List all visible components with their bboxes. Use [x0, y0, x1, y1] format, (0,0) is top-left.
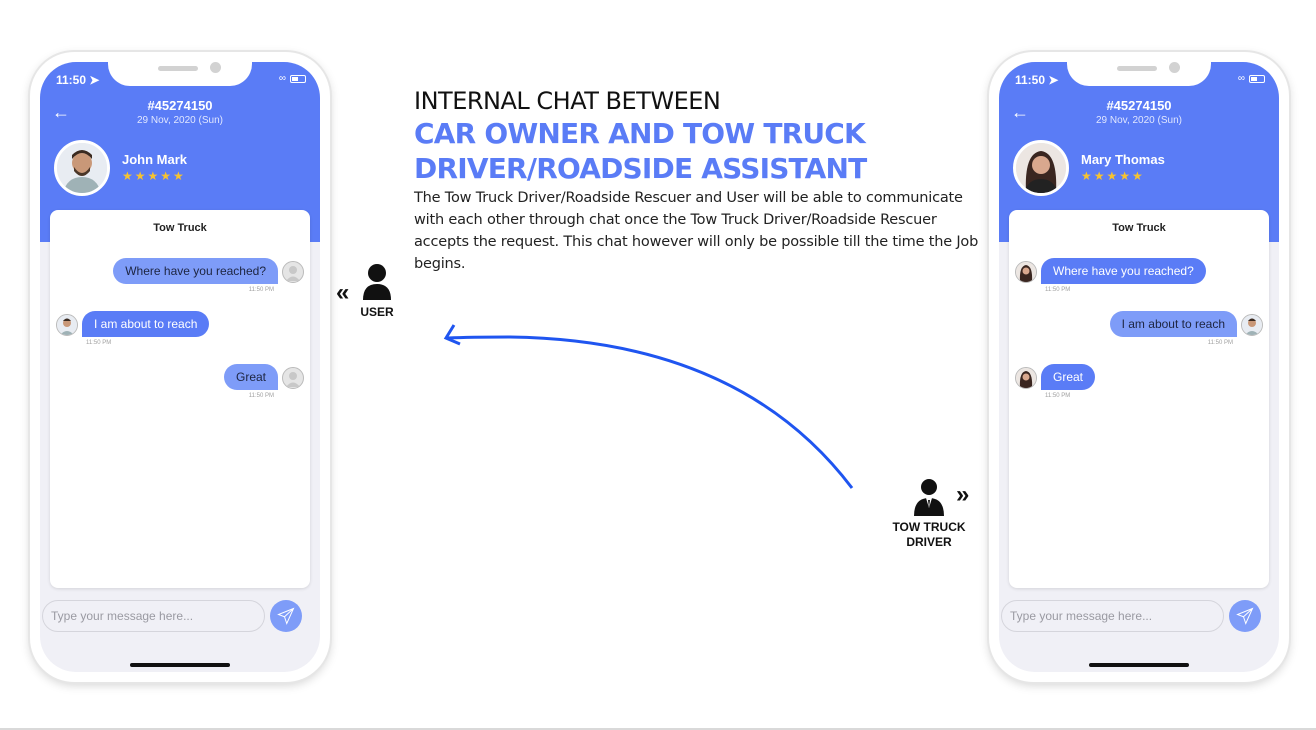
message-input[interactable]: Type your message here...	[1001, 600, 1224, 632]
businessman-icon	[914, 479, 944, 516]
rating-stars: ★★★★★	[122, 169, 186, 183]
contact-avatar	[1013, 140, 1069, 196]
link-icon: ∞	[1237, 73, 1245, 84]
headline-line2: CAR OWNER AND TOW TRUCK	[414, 117, 866, 150]
speaker	[1117, 66, 1157, 71]
message-bubble: Great	[1041, 364, 1096, 390]
headline-block: INTERNAL CHAT BETWEEN CAR OWNER AND TOW …	[414, 86, 994, 275]
phone-notch	[108, 62, 252, 86]
chat-title: Tow Truck	[1112, 222, 1166, 234]
link-icon: ∞	[278, 73, 286, 84]
user-placeholder-avatar-icon	[282, 367, 304, 389]
headline-line3: DRIVER/ROADSIDE ASSISTANT	[414, 152, 867, 185]
chat-card: Tow Truck Where have you reached? 11:50 …	[50, 210, 310, 588]
owner-avatar	[1015, 261, 1037, 283]
driver-role-line1: TOW TRUCK	[892, 520, 966, 534]
chat-message: I am about to reach 11:50 PM	[1009, 311, 1269, 351]
location-arrow-icon: ➤	[89, 73, 100, 87]
paper-plane-icon	[277, 607, 295, 625]
chat-message: I am about to reach 11:50 PM	[50, 311, 310, 351]
battery-icon	[290, 74, 306, 83]
chat-card: Tow Truck Where have you reached? 11:50 …	[1009, 210, 1269, 588]
curved-arrow-icon	[443, 324, 854, 489]
message-time: 11:50 PM	[248, 393, 274, 399]
home-indicator	[130, 663, 230, 667]
phone-screen: 11:50 ➤ ∞ ← #45274150 29 Nov, 2020 (Sun)…	[40, 62, 320, 672]
camera	[1169, 62, 1180, 73]
chat-title: Tow Truck	[153, 222, 207, 234]
send-button[interactable]	[1229, 600, 1261, 632]
status-icons: ∞	[1238, 73, 1265, 84]
user-placeholder-avatar-icon	[282, 261, 304, 283]
order-date: 29 Nov, 2020 (Sun)	[1096, 115, 1182, 126]
message-time: 11:50 PM	[1045, 393, 1071, 399]
order-id: #45274150	[1106, 98, 1172, 113]
chat-message: Great 11:50 PM	[1009, 364, 1269, 404]
home-indicator	[1089, 663, 1189, 667]
phone-notch	[1067, 62, 1211, 86]
order-id: #45274150	[147, 98, 213, 113]
message-time: 11:50 PM	[248, 287, 274, 293]
driver-role-label: TOW TRUCK DRIVER	[884, 520, 974, 550]
driver-avatar	[1241, 314, 1263, 336]
driver-role-line2: DRIVER	[906, 535, 952, 549]
contact-avatar	[54, 140, 110, 196]
paper-plane-icon	[1236, 607, 1254, 625]
double-chevron-left-icon: «	[336, 279, 350, 306]
message-time: 11:50 PM	[86, 340, 112, 346]
status-time: 11:50 ➤	[1015, 73, 1059, 87]
message-bubble: I am about to reach	[82, 311, 210, 337]
double-chevron-right-icon: »	[956, 481, 970, 508]
driver-avatar	[56, 314, 78, 336]
message-bubble: I am about to reach	[1109, 311, 1237, 337]
status-time: 11:50 ➤	[56, 73, 100, 87]
speaker	[158, 66, 198, 71]
phone-screen: 11:50 ➤ ∞ ← #45274150 29 Nov, 2020 (Sun)…	[999, 62, 1279, 672]
message-bubble: Great	[223, 364, 278, 390]
chat-message: Where have you reached? 11:50 PM	[1009, 258, 1269, 298]
chat-message: Great 11:50 PM	[50, 364, 310, 404]
owner-avatar	[1015, 367, 1037, 389]
order-date: 29 Nov, 2020 (Sun)	[137, 115, 223, 126]
user-role-label: USER	[360, 305, 394, 319]
camera	[210, 62, 221, 73]
battery-icon	[1249, 74, 1265, 83]
phone-car-owner: 11:50 ➤ ∞ ← #45274150 29 Nov, 2020 (Sun)…	[30, 52, 330, 682]
message-bubble: Where have you reached?	[113, 258, 278, 284]
send-button[interactable]	[270, 600, 302, 632]
description: The Tow Truck Driver/Roadside Rescuer an…	[414, 190, 979, 272]
message-input[interactable]: Type your message here...	[42, 600, 265, 632]
person-icon	[363, 264, 391, 300]
headline-line1: INTERNAL CHAT BETWEEN	[414, 87, 721, 115]
status-icons: ∞	[279, 73, 306, 84]
phone-tow-driver: 11:50 ➤ ∞ ← #45274150 29 Nov, 2020 (Sun)…	[989, 52, 1289, 682]
rating-stars: ★★★★★	[1081, 169, 1145, 183]
location-arrow-icon: ➤	[1048, 73, 1059, 87]
message-time: 11:50 PM	[1045, 287, 1071, 293]
chat-message: Where have you reached? 11:50 PM	[50, 258, 310, 298]
contact-name: John Mark	[122, 152, 188, 167]
message-bubble: Where have you reached?	[1041, 258, 1206, 284]
message-time: 11:50 PM	[1207, 340, 1233, 346]
contact-name: Mary Thomas	[1081, 152, 1165, 167]
